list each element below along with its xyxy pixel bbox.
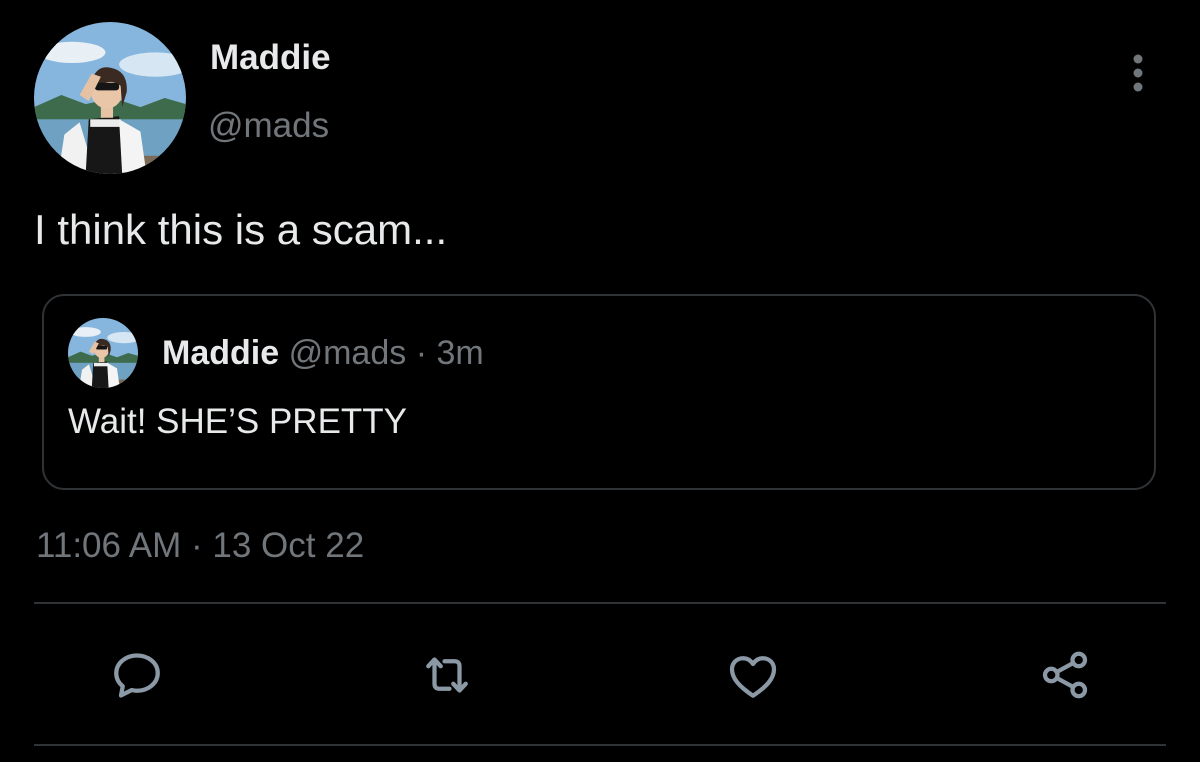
like-icon xyxy=(729,656,777,698)
timestamp-date: 13 Oct 22 xyxy=(212,526,365,565)
quoted-separator: · xyxy=(415,334,428,372)
tweet-timestamp[interactable]: 11:06 AM · 13 Oct 22 xyxy=(36,526,364,566)
quoted-author-handle[interactable]: @mads xyxy=(289,334,407,372)
reply-button[interactable] xyxy=(102,640,172,710)
author-avatar[interactable] xyxy=(34,22,186,174)
quoted-tweet-header: Maddie @mads · 3m xyxy=(162,334,484,373)
share-icon xyxy=(1042,651,1088,699)
retweet-button[interactable] xyxy=(412,640,482,710)
avatar-photo xyxy=(34,22,186,174)
tweet-text: I think this is a scam... xyxy=(34,206,448,253)
more-vertical-icon xyxy=(1133,54,1143,92)
divider xyxy=(34,744,1166,746)
quoted-author-avatar[interactable] xyxy=(68,318,138,388)
quoted-author-name[interactable]: Maddie xyxy=(162,334,279,372)
like-button[interactable] xyxy=(718,640,788,710)
timestamp-separator: · xyxy=(191,526,203,565)
avatar-photo xyxy=(68,318,138,388)
reply-icon xyxy=(114,653,160,698)
share-button[interactable] xyxy=(1030,640,1100,710)
more-options-button[interactable] xyxy=(1118,50,1158,96)
quoted-tweet-age[interactable]: 3m xyxy=(436,334,483,372)
author-handle[interactable]: @mads xyxy=(208,106,329,146)
quoted-tweet-text: Wait! SHE’S PRETTY xyxy=(68,402,408,441)
author-name[interactable]: Maddie xyxy=(210,38,331,78)
divider xyxy=(34,602,1166,604)
quoted-tweet-card[interactable]: Maddie @mads · 3m Wait! SHE’S PRETTY xyxy=(42,294,1156,490)
timestamp-time: 11:06 AM xyxy=(36,526,182,565)
retweet-icon xyxy=(426,657,468,693)
